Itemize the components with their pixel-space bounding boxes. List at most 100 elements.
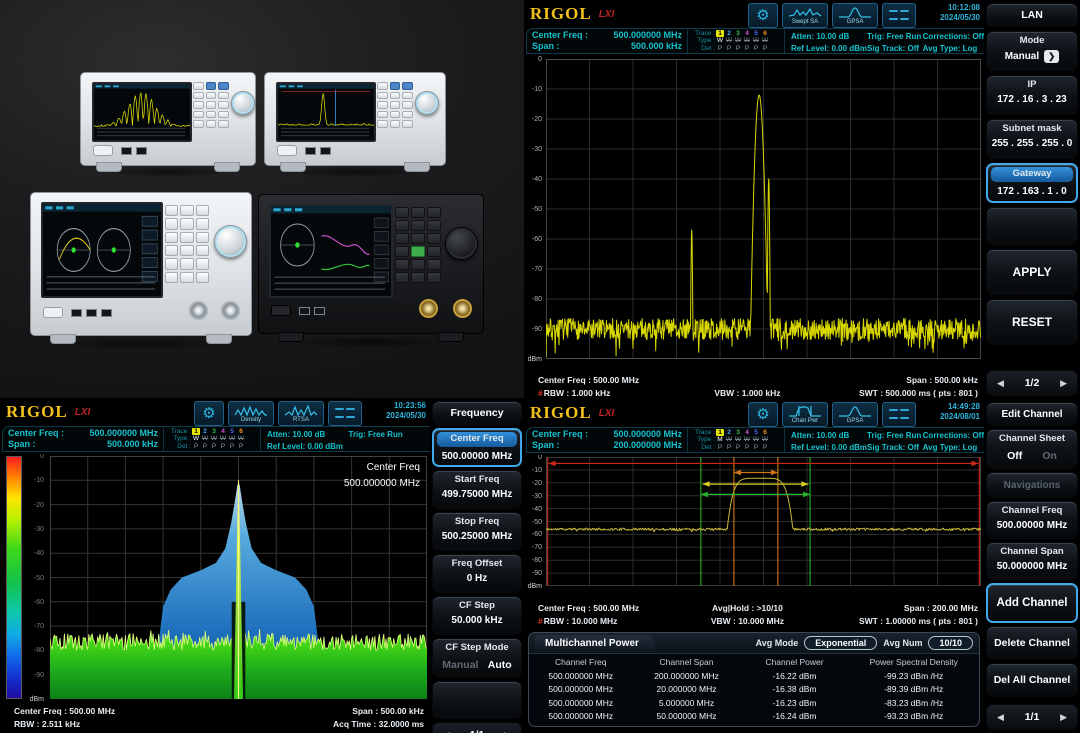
device-foot: [50, 334, 76, 344]
y-tick-label: -40: [532, 176, 542, 183]
settings-gear-icon[interactable]: ⚙: [748, 3, 778, 28]
density-colorbar: [6, 456, 22, 699]
softkey-cf-step[interactable]: CF Step50.000 kHz: [432, 596, 522, 635]
toggle-option-manual[interactable]: Manual: [442, 659, 478, 671]
mode-button-rtsa[interactable]: RTSA: [278, 401, 324, 426]
setting-text: Ref Level: 0.00 dBm: [791, 43, 867, 55]
mode-button-chan-pwr[interactable]: Chan Pwr: [782, 402, 828, 427]
device-keypad: [193, 82, 229, 128]
softkey-mode[interactable]: ModeManual❯: [986, 31, 1078, 71]
device-body: [80, 72, 256, 166]
menu-pager[interactable]: ◀1/1▶: [986, 704, 1078, 730]
softkey-ip[interactable]: IP172 . 16 . 3 . 23: [986, 75, 1078, 115]
pager-prev-icon[interactable]: ◀: [997, 712, 1004, 723]
readout-row: Span :200.000000 MHz: [532, 440, 682, 451]
softkey-stop-freq[interactable]: Stop Freq500.25000 MHz: [432, 512, 522, 551]
rigol-logo: RIGOL: [530, 403, 592, 423]
pager-prev-icon[interactable]: ◀: [997, 378, 1004, 389]
header-icons: ⚙Swept SAGPSA10:12:082024/05/30: [748, 1, 984, 28]
trace-number: 2: [201, 428, 209, 435]
softkey-edit-channel[interactable]: Edit Channel: [986, 402, 1078, 426]
column-header: Channel Power: [741, 657, 849, 667]
type-row: Type :WWWWWW: [691, 37, 781, 44]
pager-next-icon[interactable]: ▶: [1060, 378, 1067, 389]
device-foot: [404, 162, 430, 172]
softkey-add-channel[interactable]: Add Channel: [986, 583, 1078, 623]
mode-button-gpsa[interactable]: GPSA: [832, 3, 878, 28]
softkey-freq-offset[interactable]: Freq Offset0 Hz: [432, 554, 522, 593]
y-tick-label: -60: [532, 531, 542, 538]
device-key: [206, 111, 217, 119]
softkey-navigations[interactable]: Navigations: [986, 472, 1078, 498]
softkey-channel-span[interactable]: Channel Span50.000000 MHz: [986, 542, 1078, 580]
trace-type: W: [743, 37, 751, 44]
softkey-gateway[interactable]: Gateway172 . 163 . 1 . 0: [986, 163, 1078, 203]
trace-number: 6: [761, 429, 769, 436]
softkey-apply[interactable]: APPLY: [986, 249, 1078, 295]
device-key: [390, 111, 401, 119]
device-key: [196, 245, 209, 256]
layout-square: [889, 18, 898, 20]
y-tick-label: 0: [538, 56, 542, 63]
softkey-channel-sheet[interactable]: Channel SheetOffOn: [986, 429, 1078, 469]
softkey-delete-channel[interactable]: Delete Channel: [986, 626, 1078, 660]
window-layout-icon[interactable]: [882, 3, 916, 28]
settings-column: Atten: 10.00 dBRef Level: 0.00 dBm: [267, 429, 349, 451]
softkey-center-freq[interactable]: Center Freq500.00000 MHz: [432, 428, 522, 467]
avg-num-button[interactable]: 10/10: [928, 636, 973, 650]
info-bar: Center Freq :500.000000 MHzSpan :500.000…: [526, 28, 984, 54]
menu-pager[interactable]: ◀1/2▶: [986, 370, 1078, 396]
toggle-option-off[interactable]: Off: [1007, 450, 1022, 462]
mode-button-density[interactable]: Density: [228, 401, 274, 426]
softkey-channel-freq[interactable]: Channel Freq500.00000 MHz: [986, 501, 1078, 539]
detector-type: P: [219, 443, 227, 450]
window-layout-icon[interactable]: [882, 402, 916, 427]
settings-gear-icon[interactable]: ⚙: [194, 401, 224, 426]
y-tick-label: -30: [532, 146, 542, 153]
pager-next-icon[interactable]: ▶: [504, 730, 511, 733]
readout-row: Span :500.000 kHz: [8, 439, 158, 450]
y-tick-label: -10: [34, 477, 44, 484]
setting-text: Atten: 10.00 dB: [267, 429, 349, 441]
mini-screen-graphic: [278, 84, 374, 140]
y-tick-label: -70: [532, 544, 542, 551]
trace-type: W: [761, 37, 769, 44]
toggle-option-on[interactable]: On: [1042, 450, 1057, 462]
status-text: Center Freq : 500.00 MHz: [538, 375, 639, 385]
device-key: [395, 246, 409, 257]
trace-number: 5: [752, 429, 760, 436]
softkey-start-freq[interactable]: Start Freq499.75000 MHz: [432, 470, 522, 509]
menu-title-lan[interactable]: LAN: [986, 3, 1078, 27]
trace-type: W: [725, 37, 733, 44]
readout-label: Center Freq :: [532, 429, 588, 440]
softkey-subnet-mask[interactable]: Subnet mask255 . 255 . 255 . 0: [986, 119, 1078, 159]
trace-type: W: [219, 435, 227, 442]
softkey-cf-step-mode[interactable]: CF Step ModeManualAuto: [432, 638, 522, 678]
device-knob: [214, 225, 247, 258]
avg-mode-button[interactable]: Exponential: [804, 636, 877, 650]
mode-button-gpsa[interactable]: GPSA: [832, 402, 878, 427]
device-key: [377, 111, 388, 119]
mode-button-swept-sa[interactable]: Swept SA: [782, 3, 828, 28]
pager-prev-icon[interactable]: ◀: [443, 730, 450, 733]
menu-title-frequency[interactable]: Frequency: [432, 401, 522, 425]
trace-number: 5: [228, 428, 236, 435]
time-text: 10:12:08: [920, 3, 980, 13]
lan-softkey-menu: LAN ModeManual❯IP172 . 16 . 3 . 23Subnet …: [984, 0, 1080, 399]
toggle-option-auto[interactable]: Auto: [488, 659, 512, 671]
menu-pager[interactable]: ◀1/1▶: [432, 722, 522, 733]
softkey-reset[interactable]: RESET: [986, 299, 1078, 345]
settings-gear-icon[interactable]: ⚙: [748, 402, 778, 427]
device-knob: [445, 227, 478, 260]
device-screen: [92, 82, 192, 142]
device-key: [427, 272, 441, 283]
window-layout-icon[interactable]: [328, 401, 362, 426]
trace-row: Trace :123456: [691, 30, 781, 37]
device-key: [193, 92, 204, 100]
table-cell: 200.000000 MHz: [633, 671, 741, 681]
instrument-header: RIGOLLXI⚙Swept SAGPSA10:12:082024/05/30C…: [524, 0, 984, 56]
column-header: Channel Span: [633, 657, 741, 667]
softkey-del-all-channel[interactable]: Del All Channel: [986, 663, 1078, 697]
device-key: [427, 220, 441, 231]
pager-next-icon[interactable]: ▶: [1060, 712, 1067, 723]
